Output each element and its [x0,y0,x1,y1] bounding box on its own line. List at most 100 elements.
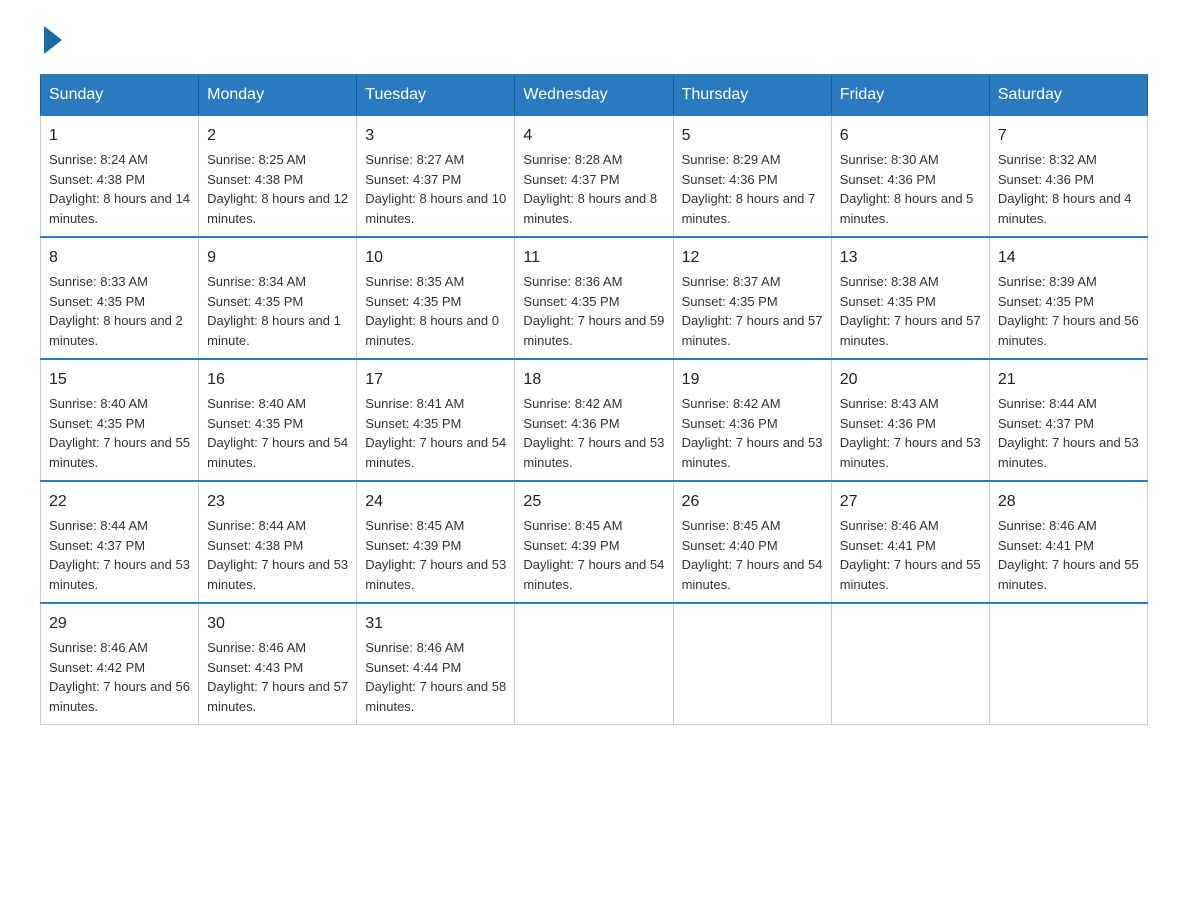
weekday-header-thursday: Thursday [673,75,831,115]
day-info: Sunrise: 8:42 AMSunset: 4:36 PMDaylight:… [523,396,664,470]
calendar-cell: 18 Sunrise: 8:42 AMSunset: 4:36 PMDayligh… [515,359,673,481]
calendar-cell [673,603,831,725]
day-number: 23 [207,490,348,514]
day-info: Sunrise: 8:37 AMSunset: 4:35 PMDaylight:… [682,274,823,348]
day-info: Sunrise: 8:40 AMSunset: 4:35 PMDaylight:… [49,396,190,470]
day-info: Sunrise: 8:45 AMSunset: 4:40 PMDaylight:… [682,518,823,592]
day-info: Sunrise: 8:45 AMSunset: 4:39 PMDaylight:… [523,518,664,592]
day-info: Sunrise: 8:34 AMSunset: 4:35 PMDaylight:… [207,274,341,348]
day-info: Sunrise: 8:25 AMSunset: 4:38 PMDaylight:… [207,152,348,226]
calendar-week-row: 1 Sunrise: 8:24 AMSunset: 4:38 PMDaylight… [41,115,1148,237]
calendar-cell: 31Sunrise: 8:46 AMSunset: 4:44 PMDayligh… [357,603,515,725]
weekday-header-saturday: Saturday [989,75,1147,115]
day-number: 4 [523,124,664,148]
day-number: 26 [682,490,823,514]
calendar-cell: 9 Sunrise: 8:34 AMSunset: 4:35 PMDaylight… [199,237,357,359]
day-number: 25 [523,490,664,514]
day-info: Sunrise: 8:29 AMSunset: 4:36 PMDaylight:… [682,152,816,226]
calendar-cell [989,603,1147,725]
day-number: 28 [998,490,1139,514]
calendar-cell: 13 Sunrise: 8:38 AMSunset: 4:35 PMDayligh… [831,237,989,359]
calendar-cell: 17 Sunrise: 8:41 AMSunset: 4:35 PMDayligh… [357,359,515,481]
day-number: 11 [523,246,664,270]
calendar-cell: 20 Sunrise: 8:43 AMSunset: 4:36 PMDayligh… [831,359,989,481]
calendar-cell: 8 Sunrise: 8:33 AMSunset: 4:35 PMDaylight… [41,237,199,359]
calendar-week-row: 22 Sunrise: 8:44 AMSunset: 4:37 PMDayligh… [41,481,1148,603]
calendar-cell: 21 Sunrise: 8:44 AMSunset: 4:37 PMDayligh… [989,359,1147,481]
day-info: Sunrise: 8:28 AMSunset: 4:37 PMDaylight:… [523,152,657,226]
day-number: 30 [207,612,348,636]
weekday-header-friday: Friday [831,75,989,115]
day-number: 27 [840,490,981,514]
calendar-cell: 24 Sunrise: 8:45 AMSunset: 4:39 PMDayligh… [357,481,515,603]
day-number: 19 [682,368,823,392]
calendar-cell: 12 Sunrise: 8:37 AMSunset: 4:35 PMDayligh… [673,237,831,359]
day-info: Sunrise: 8:46 AMSunset: 4:43 PMDaylight:… [207,640,348,714]
day-info: Sunrise: 8:32 AMSunset: 4:36 PMDaylight:… [998,152,1132,226]
day-info: Sunrise: 8:44 AMSunset: 4:37 PMDaylight:… [998,396,1139,470]
logo-arrow-icon [44,26,62,54]
calendar-cell: 11Sunrise: 8:36 AMSunset: 4:35 PMDayligh… [515,237,673,359]
calendar-cell: 4 Sunrise: 8:28 AMSunset: 4:37 PMDaylight… [515,115,673,237]
day-number: 9 [207,246,348,270]
calendar-cell: 22 Sunrise: 8:44 AMSunset: 4:37 PMDayligh… [41,481,199,603]
day-number: 29 [49,612,190,636]
day-info: Sunrise: 8:44 AMSunset: 4:38 PMDaylight:… [207,518,348,592]
calendar-cell: 16Sunrise: 8:40 AMSunset: 4:35 PMDayligh… [199,359,357,481]
day-number: 1 [49,124,190,148]
weekday-header-sunday: Sunday [41,75,199,115]
day-info: Sunrise: 8:33 AMSunset: 4:35 PMDaylight:… [49,274,183,348]
calendar-cell: 14Sunrise: 8:39 AMSunset: 4:35 PMDayligh… [989,237,1147,359]
day-number: 12 [682,246,823,270]
day-info: Sunrise: 8:46 AMSunset: 4:41 PMDaylight:… [998,518,1139,592]
day-info: Sunrise: 8:30 AMSunset: 4:36 PMDaylight:… [840,152,974,226]
day-number: 13 [840,246,981,270]
calendar-week-row: 8 Sunrise: 8:33 AMSunset: 4:35 PMDaylight… [41,237,1148,359]
day-number: 21 [998,368,1139,392]
day-info: Sunrise: 8:27 AMSunset: 4:37 PMDaylight:… [365,152,506,226]
weekday-header-monday: Monday [199,75,357,115]
day-number: 14 [998,246,1139,270]
calendar-cell: 10 Sunrise: 8:35 AMSunset: 4:35 PMDayligh… [357,237,515,359]
day-info: Sunrise: 8:24 AMSunset: 4:38 PMDaylight:… [49,152,190,226]
calendar-cell: 26 Sunrise: 8:45 AMSunset: 4:40 PMDayligh… [673,481,831,603]
calendar-cell: 28 Sunrise: 8:46 AMSunset: 4:41 PMDayligh… [989,481,1147,603]
day-number: 18 [523,368,664,392]
day-info: Sunrise: 8:43 AMSunset: 4:36 PMDaylight:… [840,396,981,470]
calendar-cell: 27 Sunrise: 8:46 AMSunset: 4:41 PMDayligh… [831,481,989,603]
calendar-cell: 7Sunrise: 8:32 AMSunset: 4:36 PMDaylight… [989,115,1147,237]
calendar-cell: 15Sunrise: 8:40 AMSunset: 4:35 PMDayligh… [41,359,199,481]
day-info: Sunrise: 8:38 AMSunset: 4:35 PMDaylight:… [840,274,981,348]
calendar-week-row: 29Sunrise: 8:46 AMSunset: 4:42 PMDayligh… [41,603,1148,725]
calendar-cell: 1 Sunrise: 8:24 AMSunset: 4:38 PMDaylight… [41,115,199,237]
day-number: 22 [49,490,190,514]
day-number: 17 [365,368,506,392]
day-number: 3 [365,124,506,148]
calendar-cell: 29Sunrise: 8:46 AMSunset: 4:42 PMDayligh… [41,603,199,725]
logo [40,30,62,54]
day-info: Sunrise: 8:35 AMSunset: 4:35 PMDaylight:… [365,274,499,348]
day-info: Sunrise: 8:41 AMSunset: 4:35 PMDaylight:… [365,396,506,470]
calendar-table: SundayMondayTuesdayWednesdayThursdayFrid… [40,74,1148,725]
day-number: 24 [365,490,506,514]
calendar-header-row: SundayMondayTuesdayWednesdayThursdayFrid… [41,75,1148,115]
calendar-week-row: 15Sunrise: 8:40 AMSunset: 4:35 PMDayligh… [41,359,1148,481]
day-info: Sunrise: 8:44 AMSunset: 4:37 PMDaylight:… [49,518,190,592]
day-number: 10 [365,246,506,270]
day-info: Sunrise: 8:42 AMSunset: 4:36 PMDaylight:… [682,396,823,470]
calendar-cell: 6 Sunrise: 8:30 AMSunset: 4:36 PMDaylight… [831,115,989,237]
day-info: Sunrise: 8:45 AMSunset: 4:39 PMDaylight:… [365,518,506,592]
day-info: Sunrise: 8:46 AMSunset: 4:41 PMDaylight:… [840,518,981,592]
calendar-cell: 5 Sunrise: 8:29 AMSunset: 4:36 PMDaylight… [673,115,831,237]
calendar-cell: 25 Sunrise: 8:45 AMSunset: 4:39 PMDayligh… [515,481,673,603]
calendar-cell: 2Sunrise: 8:25 AMSunset: 4:38 PMDaylight… [199,115,357,237]
day-number: 20 [840,368,981,392]
page-header [40,30,1148,54]
day-number: 6 [840,124,981,148]
day-number: 16 [207,368,348,392]
calendar-cell: 3 Sunrise: 8:27 AMSunset: 4:37 PMDaylight… [357,115,515,237]
day-number: 8 [49,246,190,270]
calendar-cell: 19 Sunrise: 8:42 AMSunset: 4:36 PMDayligh… [673,359,831,481]
day-number: 5 [682,124,823,148]
calendar-cell: 30 Sunrise: 8:46 AMSunset: 4:43 PMDayligh… [199,603,357,725]
